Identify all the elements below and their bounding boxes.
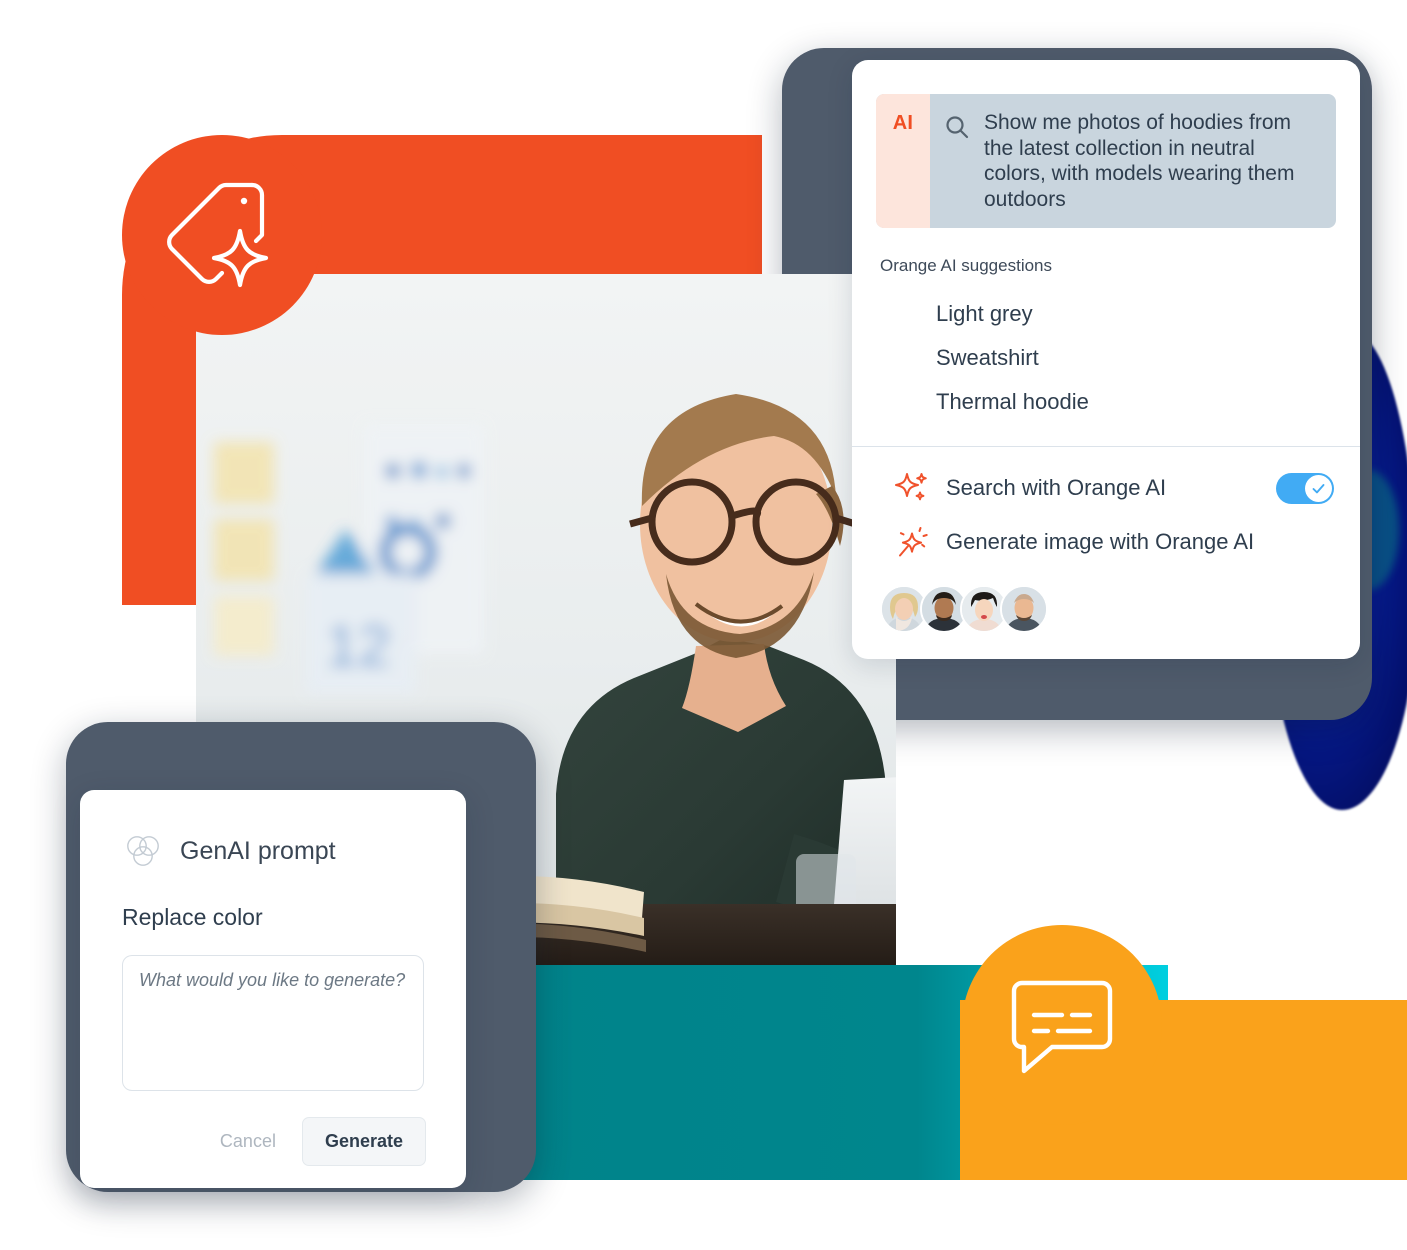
suggestion-item-3[interactable]: Thermal hoodie: [852, 380, 1360, 424]
genai-card-subtitle: Replace color: [122, 904, 263, 930]
svg-text:12: 12: [326, 614, 391, 679]
genai-card-header: GenAI prompt: [80, 790, 466, 872]
search-with-orange-ai-toggle[interactable]: [1276, 472, 1334, 504]
action-search-with-orange-ai[interactable]: Search with Orange AI: [852, 461, 1360, 515]
sparkles-icon: [892, 471, 932, 505]
suggestions-heading: Orange AI suggestions: [880, 256, 1053, 276]
magnifier-icon: [946, 116, 969, 139]
ai-chip-label: AI: [876, 94, 930, 229]
genai-card-title: GenAI prompt: [180, 836, 336, 865]
suggestions-list: Light grey Sweatshirt Thermal hoodie: [852, 292, 1360, 424]
genai-card-actions: Cancel Generate: [80, 1117, 426, 1166]
tag-sparkle-badge: [122, 135, 322, 335]
avatar-group: [852, 569, 1360, 659]
genai-prompt-placeholder: What would you like to generate?: [139, 970, 406, 990]
ai-search-panel: AI Show me photos of hoodies from the la…: [852, 60, 1360, 660]
chat-bubble-icon: [1011, 980, 1113, 1074]
suggestion-item-1[interactable]: Light grey: [852, 292, 1360, 336]
search-query-text: Show me photos of hoodies from the lates…: [984, 111, 1295, 211]
avatar-4-image: [1002, 587, 1046, 632]
three-circles-venn-icon: [127, 836, 159, 866]
action-generate-image-with-orange-ai[interactable]: Generate image with Orange AI: [852, 515, 1360, 569]
genai-prompt-card: GenAI prompt Replace color What would yo…: [80, 790, 466, 1188]
magic-wand-sparkle-icon: [892, 525, 932, 559]
toggle-knob: [1305, 474, 1332, 502]
tag-sparkle-icon: [167, 182, 269, 288]
composition-stage: 12 AI Show me photos of hoodies from the…: [0, 0, 1407, 1250]
generate-button[interactable]: Generate: [301, 1117, 426, 1166]
action-label-generate: Generate image with Orange AI: [946, 529, 1255, 555]
chat-bubble-badge: [962, 925, 1162, 1125]
genai-prompt-input[interactable]: What would you like to generate?: [122, 955, 424, 1091]
suggestion-item-2[interactable]: Sweatshirt: [852, 336, 1360, 380]
ai-search-field[interactable]: AI Show me photos of hoodies from the la…: [876, 94, 1336, 229]
cancel-button[interactable]: Cancel: [206, 1119, 290, 1164]
check-icon: [1312, 483, 1325, 494]
avatar-person-4[interactable]: [1000, 585, 1048, 634]
action-label-search: Search with Orange AI: [946, 475, 1167, 501]
